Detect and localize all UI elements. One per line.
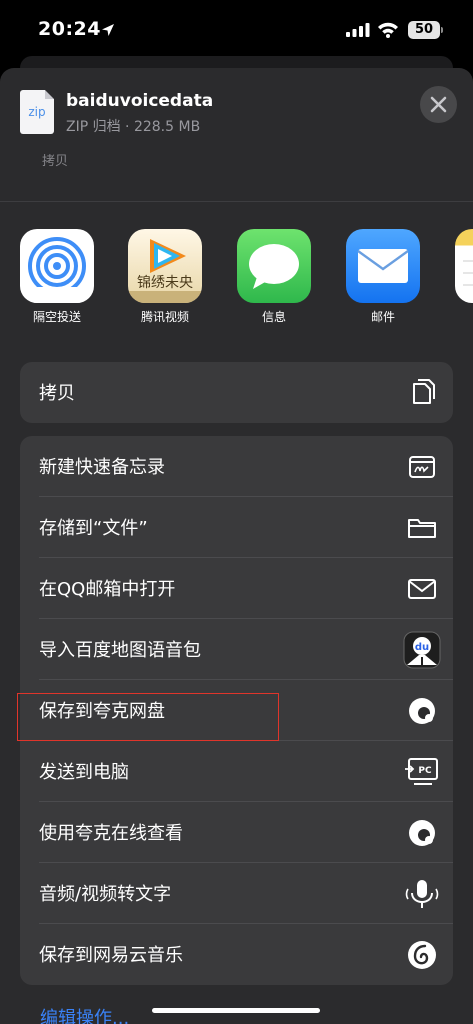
action-label: 存储到“文件” (39, 518, 148, 539)
status-time: 20:24 (38, 18, 101, 40)
battery-icon: 50 (408, 21, 440, 39)
action-label: 拷贝 (39, 383, 75, 404)
mail-icon (346, 229, 420, 303)
cellular-signal-icon (346, 23, 370, 37)
copy-icon (413, 379, 435, 404)
home-indicator[interactable] (152, 1008, 320, 1013)
header-divider (0, 201, 473, 202)
action-label: 导入百度地图语音包 (39, 640, 201, 661)
action-quick-note[interactable]: 新建快速备忘录 (20, 436, 453, 497)
action-label: 新建快速备忘录 (39, 457, 165, 478)
action-save-to-files[interactable]: 存储到“文件” (20, 497, 453, 558)
airdrop-icon (20, 229, 94, 303)
share-sheet: zip baiduvoicedata ZIP 归档 · 228.5 MB 拷贝 … (0, 68, 473, 1024)
action-audio-video-to-text[interactable]: 音频/视频转文字 (20, 863, 453, 924)
quick-note-icon (409, 456, 435, 478)
location-arrow-icon (102, 24, 114, 36)
app-label: 隔空投送 (32, 310, 81, 324)
baidu-map-icon: du (403, 631, 441, 669)
highlight-box (17, 693, 279, 741)
app-label: 备 (455, 308, 473, 325)
ghost-text: 拷贝 (42, 154, 69, 169)
folder-icon (408, 519, 436, 538)
action-copy[interactable]: 拷贝 (20, 362, 453, 423)
action-group-copy: 拷贝 (20, 362, 453, 423)
microphone-icon (405, 880, 439, 908)
svg-text:du: du (415, 642, 429, 653)
app-mail[interactable]: 邮件 (346, 229, 420, 325)
file-meta: ZIP 归档 · 228.5 MB (66, 119, 201, 135)
action-view-in-quark[interactable]: 使用夸克在线查看 (20, 802, 453, 863)
svg-text:锦绣未央: 锦绣未央 (137, 274, 193, 291)
app-notes[interactable]: 备 (455, 229, 473, 325)
messages-icon (237, 229, 311, 303)
action-label: 使用夸克在线查看 (39, 823, 183, 844)
app-airdrop[interactable]: 隔空投送 (20, 229, 94, 325)
close-button[interactable] (420, 86, 457, 123)
app-label: 信息 (261, 310, 286, 324)
app-tencent-video[interactable]: 锦绣未央 腾讯视频 (128, 229, 202, 325)
edit-actions-link[interactable]: 编辑操作... (40, 1004, 129, 1024)
netease-music-icon (408, 941, 436, 969)
zip-file-icon: zip (20, 90, 54, 134)
action-label: 在QQ邮箱中打开 (39, 579, 176, 600)
action-open-in-qq-mail[interactable]: 在QQ邮箱中打开 (20, 558, 453, 619)
quark-icon (409, 698, 435, 724)
close-icon (430, 96, 447, 113)
envelope-icon (408, 579, 436, 599)
action-send-to-pc[interactable]: 发送到电脑 PC (20, 741, 453, 802)
file-name: baiduvoicedata (66, 91, 214, 111)
action-label: 发送到电脑 (39, 762, 129, 783)
wifi-icon (378, 22, 398, 38)
app-messages[interactable]: 信息 (237, 229, 311, 325)
status-bar: 20:24 50 (0, 0, 473, 60)
send-to-pc-icon: PC (405, 758, 438, 785)
app-label: 邮件 (370, 310, 395, 324)
battery-tip (441, 27, 443, 33)
action-label: 音频/视频转文字 (39, 884, 172, 905)
tencent-video-icon: 锦绣未央 (128, 229, 202, 303)
notes-icon (455, 229, 473, 303)
app-label: 腾讯视频 (140, 310, 189, 324)
action-label: 保存到网易云音乐 (39, 945, 183, 966)
action-import-baidu-voice[interactable]: 导入百度地图语音包 du (20, 619, 453, 680)
action-save-to-netease-music[interactable]: 保存到网易云音乐 (20, 924, 453, 985)
quark-icon (409, 820, 435, 846)
svg-text:PC: PC (418, 766, 432, 776)
